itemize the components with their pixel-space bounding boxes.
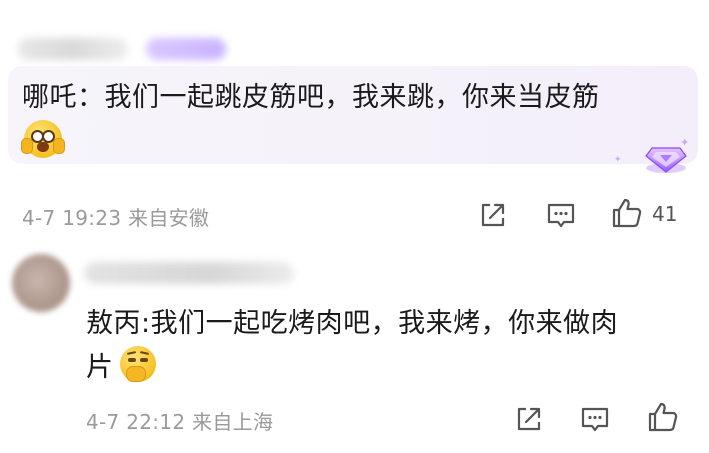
avatar[interactable] — [12, 254, 70, 312]
thinking-emoji — [120, 346, 156, 382]
sparkle-icon: ✦ — [680, 136, 690, 149]
like-count: 41 — [652, 202, 678, 226]
timestamp: 4-7 19:23 — [22, 206, 122, 230]
comment-2-text-line2: 片 — [86, 352, 113, 383]
comment-1-header — [18, 28, 258, 68]
blurred-username[interactable] — [18, 38, 128, 60]
location: 来自上海 — [192, 410, 274, 434]
share-icon[interactable] — [476, 198, 510, 232]
comment-2-meta: 4-7 22:12 来自上海 — [86, 406, 273, 435]
sparkle-icon: ✦ — [614, 155, 622, 165]
thumbs-up-icon[interactable] — [610, 196, 644, 230]
location: 来自安徽 — [128, 206, 210, 230]
blurred-username[interactable] — [84, 262, 294, 284]
blurred-badge — [146, 38, 226, 60]
comment-icon[interactable] — [544, 198, 578, 232]
comment-icon[interactable] — [578, 402, 612, 436]
timestamp: 4-7 22:12 — [86, 410, 186, 434]
thumbs-up-icon[interactable] — [646, 400, 680, 434]
comment-1-meta: 4-7 19:23 来自安徽 — [22, 202, 209, 231]
shocked-hands-emoji — [21, 120, 65, 158]
comment-1-text: 哪吒：我们一起跳皮筋吧，我来跳，你来当皮筋 — [22, 82, 600, 113]
share-icon[interactable] — [512, 402, 546, 436]
comment-2-text: 敖丙:我们一起吃烤肉吧，我来烤，你来做肉 — [86, 308, 619, 339]
